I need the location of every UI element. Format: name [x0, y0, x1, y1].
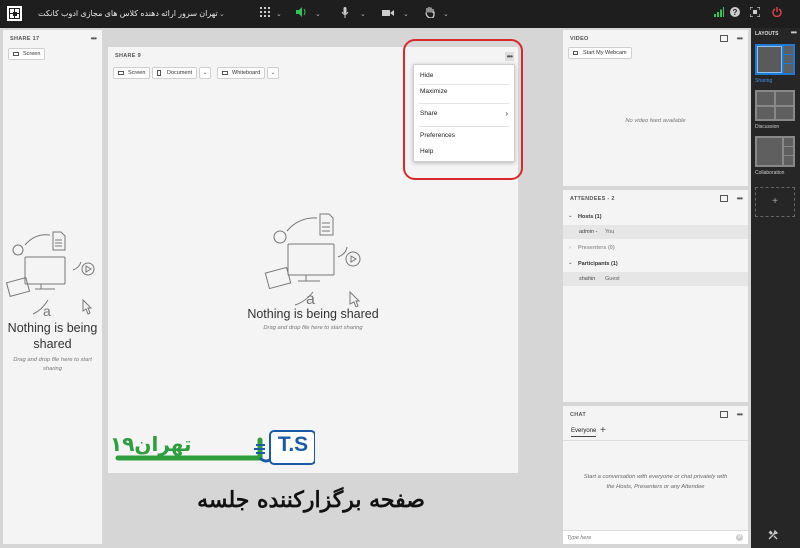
chevron-down-icon[interactable]: ⌄	[360, 10, 366, 18]
chevron-down-icon[interactable]: ⌄	[443, 10, 449, 18]
video-pod: VIDEO ••• Start My Webcam No video feed …	[563, 30, 748, 186]
chevron-down-icon[interactable]: ⌄	[315, 10, 321, 18]
attendee-role: Guest	[605, 276, 620, 282]
power-icon[interactable]	[770, 7, 784, 21]
attendee-row[interactable]: admin - You	[563, 225, 748, 239]
empty-share-illustration-icon: a	[264, 213, 361, 307]
layouts-bar: LAYOUTS ••• Sharing Discussion Collabora…	[751, 28, 800, 548]
empty-share-title: Nothing is being shared	[7, 321, 98, 351]
monitor-icon	[118, 71, 124, 75]
chevron-down-icon[interactable]: ⌄	[403, 10, 409, 18]
attendee-group-participants[interactable]: ⌄ Participants (1)	[563, 257, 748, 271]
more-options-icon[interactable]: •••	[791, 28, 797, 37]
share-whiteboard-button[interactable]: Whiteboard	[217, 67, 266, 79]
whiteboard-icon	[222, 71, 228, 75]
raise-hand-icon[interactable]	[423, 6, 437, 21]
group-label: Participants (1)	[578, 261, 618, 267]
more-options-icon[interactable]: •••	[91, 34, 97, 43]
meeting-title[interactable]: تهران سرور ارائه دهنده کلاس های مجازی اد…	[38, 9, 218, 18]
fullscreen-icon[interactable]	[748, 6, 762, 21]
document-icon	[157, 70, 161, 76]
tools-icon[interactable]	[768, 529, 780, 542]
layout-label-sharing[interactable]: Sharing	[755, 78, 772, 84]
share-pod-left: SHARE 17 ••• Screen a Nothing is being s…	[3, 30, 102, 544]
brand-latin-text: T.S	[277, 433, 309, 456]
app-logo-icon[interactable]	[7, 6, 22, 21]
camera-icon[interactable]	[381, 7, 395, 21]
tab-everyone[interactable]: Everyone	[571, 428, 597, 437]
layout-collaboration-thumbnail[interactable]	[755, 136, 795, 167]
tab-divider	[563, 440, 748, 441]
empty-share-illustration-icon: a	[5, 231, 95, 319]
chat-input[interactable]	[567, 533, 727, 542]
attendee-role: You	[605, 229, 615, 235]
brand-persian-text: تهران۱۹	[110, 432, 192, 456]
add-chat-tab-icon[interactable]: +	[600, 425, 606, 436]
menu-highlight-box	[403, 39, 523, 180]
chat-input-bar: ⊘	[563, 530, 748, 544]
svg-text:a: a	[43, 303, 51, 319]
pod-header: SHARE 17	[10, 36, 40, 42]
whiteboard-dropdown-button[interactable]: ⌄	[267, 67, 279, 79]
maximize-icon[interactable]	[720, 195, 728, 202]
chevron-down-icon: ⌄	[568, 260, 573, 266]
no-video-text: No video feed available	[625, 118, 686, 124]
attendee-group-hosts[interactable]: ⌄ Hosts (1)	[563, 210, 748, 224]
layouts-header: LAYOUTS	[755, 31, 779, 37]
button-label: Whiteboard	[232, 70, 261, 76]
empty-share-title: Nothing is being shared	[247, 307, 379, 321]
svg-text:?: ?	[733, 8, 738, 17]
maximize-icon[interactable]	[720, 35, 728, 42]
layout-label-discussion[interactable]: Discussion	[755, 124, 779, 130]
attendee-row[interactable]: shahin Guest	[563, 272, 748, 286]
more-options-icon[interactable]: •••	[737, 410, 743, 419]
button-label: Start My Webcam	[583, 50, 627, 56]
group-label: Hosts (1)	[578, 214, 602, 220]
grid-icon[interactable]	[258, 7, 272, 21]
chevron-down-icon: ⌄	[568, 213, 573, 219]
maximize-icon[interactable]	[720, 411, 728, 418]
chevron-right-icon: ›	[569, 245, 571, 251]
chat-pod: CHAT ••• Everyone + Start a conversation…	[563, 406, 748, 544]
attendee-name: shahin	[579, 276, 596, 282]
page-caption: صفحه برگزارکننده جلسه	[197, 487, 425, 513]
speaker-icon[interactable]	[294, 7, 308, 21]
layout-label-collaboration[interactable]: Collaboration	[755, 170, 784, 176]
attendees-pod: ATTENDEES - 2 ••• ⌄ Hosts (1) admin - Yo…	[563, 190, 748, 402]
button-label: Screen	[128, 70, 146, 76]
signal-icon	[712, 7, 726, 21]
help-icon[interactable]: ?	[728, 7, 742, 21]
monitor-icon	[13, 52, 19, 56]
camera-icon	[573, 51, 578, 55]
layout-sharing-thumbnail[interactable]	[755, 44, 795, 75]
button-label: Screen	[23, 51, 41, 57]
more-options-icon[interactable]: •••	[737, 34, 743, 43]
share-document-button[interactable]: Document	[152, 67, 198, 79]
share-screen-button[interactable]: Screen	[8, 48, 46, 60]
chevron-down-icon[interactable]: ⌄	[219, 10, 225, 18]
add-layout-button[interactable]: +	[755, 187, 795, 217]
microphone-icon[interactable]	[338, 7, 352, 21]
share-screen-button[interactable]: Screen	[113, 67, 151, 79]
layout-discussion-thumbnail[interactable]	[755, 90, 795, 121]
group-label: Presenters (0)	[578, 245, 615, 251]
document-dropdown-button[interactable]: ⌄	[199, 67, 211, 79]
top-bar: تهران سرور ارائه دهنده کلاس های مجازی اد…	[0, 0, 800, 28]
chat-options-icon[interactable]: ⊘	[736, 534, 743, 541]
attendee-group-presenters[interactable]: › Presenters (0)	[563, 241, 748, 255]
svg-text:a: a	[306, 291, 315, 307]
empty-share-hint: Drag and drop file here to start sharing	[13, 357, 92, 372]
button-label: Document	[167, 70, 193, 76]
chat-empty-text: Start a conversation with everyone or ch…	[583, 474, 728, 490]
empty-share-hint: Drag and drop file here to start sharing	[263, 325, 363, 331]
start-webcam-button[interactable]: Start My Webcam	[568, 47, 632, 59]
chevron-down-icon[interactable]: ⌄	[276, 10, 282, 18]
more-options-icon[interactable]: •••	[737, 194, 743, 203]
attendee-name: admin -	[579, 229, 598, 235]
